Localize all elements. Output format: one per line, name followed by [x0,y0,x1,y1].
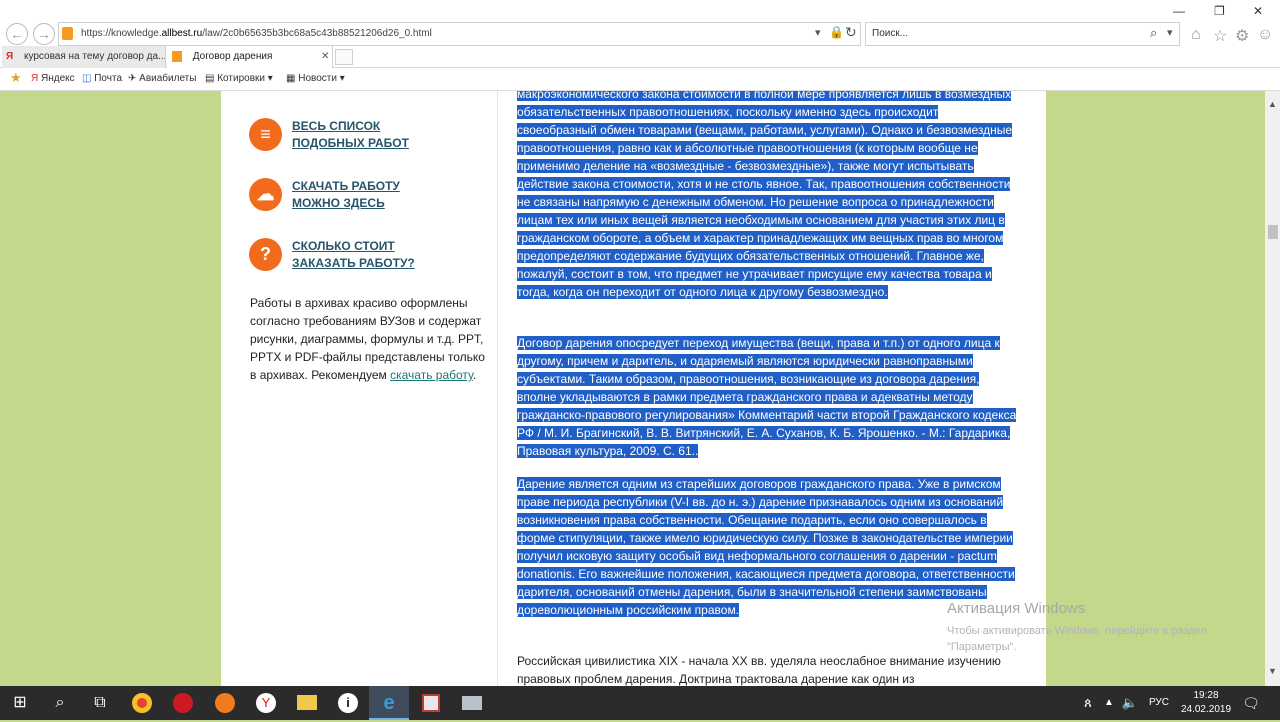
divider [497,91,498,686]
refresh-icon[interactable]: ↻ [845,24,857,41]
tab-label: курсовая на тему договор да... [23,51,166,62]
search-input[interactable]: Поиск... [865,22,1180,46]
smiley-feedback-icon[interactable]: ☺ [1257,26,1273,44]
close-window-icon[interactable]: ✕ [1253,4,1263,18]
link-line2: ПОДОБНЫХ РАБОТ [292,136,409,150]
selected-text: Дарение является одним из старейших дого… [517,477,1015,617]
chart-icon: ▤ [205,73,218,84]
site-favicon-icon [62,27,73,40]
scrollbar[interactable]: ▲ ▼ [1265,91,1280,686]
fav-label: Яндекс [41,73,75,84]
fav-label: Авиабилеты [139,73,197,84]
close-tab-icon[interactable]: ✕ [321,46,329,67]
link-line1: СКАЧАТЬ РАБОТУ [292,179,400,193]
language-indicator[interactable]: РУС [1142,686,1176,720]
question-icon: ? [249,238,282,271]
watermark-line1: Чтобы активировать Windows, перейдите в … [947,625,1207,637]
fav-yandex[interactable]: Я Яндекс [31,73,75,84]
back-button[interactable]: ← [6,23,28,45]
favorites-icon[interactable]: ★ [10,70,22,86]
page-viewport: ≡ ВЕСЬ СПИСОК ПОДОБНЫХ РАБОТ ☁ СКАЧАТЬ РА… [0,91,1265,686]
notifications-icon[interactable]: 🗨 [1236,686,1266,720]
selected-text: Договор дарения опосредует переход имуще… [517,336,1017,458]
lock-icon[interactable]: 🔒 [829,25,844,39]
favorites-star-icon[interactable]: ☆ [1213,26,1227,46]
opera-icon[interactable] [163,686,203,720]
file-explorer-icon[interactable] [287,686,327,720]
firefox-icon[interactable] [205,686,245,720]
download-work-link[interactable]: ☁ СКАЧАТЬ РАБОТУ МОЖНО ЗДЕСЬ [249,178,489,218]
activation-watermark-text: Чтобы активировать Windows, перейдите в … [947,623,1207,655]
address-bar[interactable]: https://knowledge.allbest.ru/law/2c0b656… [58,22,861,46]
activation-watermark-title: Активация Windows [947,600,1086,617]
download-link[interactable]: скачать работу [390,368,473,382]
link-line2: МОЖНО ЗДЕСЬ [292,196,385,210]
url-prefix: https://knowledge. [81,28,162,39]
chrome-icon[interactable] [122,686,162,720]
info-app-icon[interactable]: i [328,686,368,720]
tab-strip: Я курсовая на тему договор да... Договор… [0,46,1280,68]
start-windows-icon[interactable]: ⊞ [0,686,40,720]
screen-recorder-icon[interactable] [452,686,492,720]
settings-gear-icon[interactable]: ⚙ [1235,26,1249,46]
home-icon[interactable]: ⌂ [1191,26,1201,44]
forward-button[interactable]: → [33,23,55,45]
selected-text: макроэкономического закона стоимости в п… [517,91,1013,299]
url-path: /law/2c0b65635b3bc68a5c43b88521206d26_0.… [202,28,432,39]
tab-label: Договор дарения [192,51,273,62]
paragraph-1: макроэкономического закона стоимости в п… [517,91,1017,301]
mail-icon: ◫ [82,73,95,84]
tab-active[interactable]: Договор дарения ✕ [167,46,333,68]
search-placeholder: Поиск... [872,28,909,39]
task-view-icon[interactable]: ⧉ [80,686,120,720]
scroll-down-icon[interactable]: ▼ [1268,666,1277,676]
search-icon[interactable]: ⌕ [1150,25,1157,41]
favorites-bar: ★ Я Яндекс ◫ Почта ✈ Авиабилеты ▤ Котиро… [0,68,1280,91]
similar-works-link[interactable]: ≡ ВЕСЬ СПИСОК ПОДОБНЫХ РАБОТ [249,118,489,158]
search-icon[interactable]: ⌕ [40,686,80,720]
fav-quotes[interactable]: ▤ Котировки ▾ [205,73,273,84]
plane-icon: ✈ [128,73,140,84]
taskbar: ⊞ ⌕ ⧉ Y i e ጰ ▲ 🔈 РУС 19:28 24.02.2019 🗨 [0,686,1280,720]
clock[interactable]: 19:28 24.02.2019 [1176,689,1236,717]
yandex-icon: Я [31,73,41,84]
fav-label: Почта [94,73,123,84]
fav-label: Новости [298,73,337,84]
internet-explorer-icon[interactable]: e [369,686,409,720]
order-cost-link[interactable]: ? СКОЛЬКО СТОИТ ЗАКАЗАТЬ РАБОТУ? [249,238,489,278]
fav-label: Котировки [217,73,265,84]
sidebar-description: Работы в архивах красиво оформлены согла… [250,294,490,384]
link-line2: ЗАКАЗАТЬ РАБОТУ? [292,256,415,270]
fav-news[interactable]: ▦ Новости ▾ [286,73,345,84]
fav-mail[interactable]: ◫ Почта [82,73,122,84]
tab-coursework[interactable]: Я курсовая на тему договор да... [2,46,166,68]
maximize-icon[interactable]: ❐ [1214,4,1225,18]
volume-icon[interactable]: 🔈 [1117,686,1143,720]
news-icon: ▦ [286,73,299,84]
browser-toolbar: ← → https://knowledge.allbest.ru/law/2c0… [0,0,1280,46]
new-tab-button[interactable] [335,49,353,65]
download-cloud-icon: ☁ [249,178,282,211]
yandex-icon: Я [6,51,14,62]
clock-time: 19:28 [1193,690,1219,701]
paragraph-4: Российская цивилистика XIX - начала XX в… [517,654,1001,686]
link-line1: ВЕСЬ СПИСОК [292,119,381,133]
tab-favicon-icon [172,50,182,62]
app-icon[interactable] [411,686,451,720]
paragraph-3: Дарение является одним из старейших дого… [517,475,1017,619]
url-domain: allbest.ru [161,28,203,39]
sidebar-tail: . [472,368,477,382]
search-dropdown-icon[interactable]: ▾ [1167,26,1173,39]
link-line1: СКОЛЬКО СТОИТ [292,239,395,253]
search-list-icon: ≡ [249,118,282,151]
dropdown-icon[interactable]: ▾ [815,26,821,39]
scroll-up-icon[interactable]: ▲ [1268,99,1277,109]
yandex-browser-icon[interactable]: Y [246,686,286,720]
fav-avia[interactable]: ✈ Авиабилеты [128,73,196,84]
scroll-thumb[interactable] [1268,225,1278,239]
minimize-icon[interactable]: — [1173,4,1185,18]
clock-date: 24.02.2019 [1180,704,1232,715]
paragraph-2: Договор дарения опосредует переход имуще… [517,334,1017,460]
watermark-line2: "Параметры". [947,641,1017,653]
